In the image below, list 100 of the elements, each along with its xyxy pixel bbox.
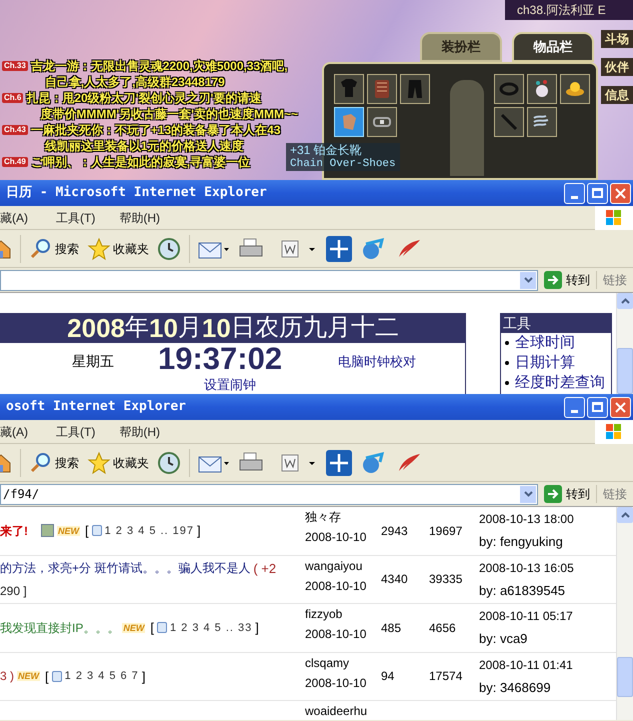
chat-message: ご呷别、：人生是如此的寂寞,寻富婆一位 xyxy=(30,154,250,170)
page-links[interactable]: 1 2 3 4 5 .. 197 xyxy=(104,522,194,539)
favorites-button[interactable]: 收藏夹 xyxy=(87,236,149,260)
scrollbar[interactable] xyxy=(616,293,633,394)
bracket-text: [ xyxy=(85,522,89,540)
bracket-text: ] xyxy=(255,619,259,637)
address-field[interactable]: /f94/ xyxy=(0,484,538,504)
history-icon[interactable] xyxy=(157,236,181,260)
channel-badge: Ch.43 xyxy=(2,125,28,135)
history-icon[interactable] xyxy=(157,450,181,474)
author-name[interactable]: wangaiyou xyxy=(305,558,381,574)
inventory-tab[interactable]: 物品栏 xyxy=(512,32,594,62)
author-name[interactable]: fizzyob xyxy=(305,606,381,622)
bullet-icon xyxy=(505,361,509,365)
alarm-link[interactable]: 设置闹钟 xyxy=(204,377,256,393)
search-icon xyxy=(29,236,53,260)
new-badge: NEW xyxy=(17,671,40,682)
move-arrows-icon[interactable] xyxy=(326,236,352,262)
date-number: 10 xyxy=(149,313,178,343)
menu-item[interactable]: 藏(A) xyxy=(0,422,48,440)
last-poster: by: vca9 xyxy=(479,630,528,648)
thread-title-link[interactable]: 我发现直接封IP。。。 xyxy=(0,618,120,637)
minimize-button[interactable] xyxy=(564,396,585,418)
menu-item[interactable]: 工具(T) xyxy=(48,422,104,440)
side-menu-item[interactable]: 信息 xyxy=(601,86,633,104)
date-text: 年 xyxy=(125,313,149,343)
address-field[interactable] xyxy=(0,270,538,290)
menu-item[interactable]: 工具(T) xyxy=(48,208,104,226)
author-name[interactable]: 独々存 xyxy=(305,509,381,525)
search-button[interactable]: 搜索 xyxy=(29,236,79,260)
minimize-icon xyxy=(571,410,578,412)
new-badge: NEW xyxy=(122,622,146,633)
go-button[interactable]: 转到 xyxy=(538,271,596,289)
channel-badge: Ch.33 xyxy=(2,61,28,71)
dropdown-caret-icon[interactable] xyxy=(520,486,536,502)
equipment-slot[interactable] xyxy=(527,107,557,137)
author-name[interactable]: woaideerhu xyxy=(305,703,381,719)
view-count: 39335 xyxy=(429,571,462,588)
thread-title-link[interactable]: 的方法，求亮+分 斑竹请试。。。骗人我不是人 xyxy=(0,559,250,578)
chat-message: 线凯丽这里装备以1元的价格送人速度 xyxy=(44,138,244,154)
tool-link[interactable]: 经度时差查询 xyxy=(515,373,605,393)
close-button[interactable] xyxy=(610,182,631,204)
favorites-button[interactable]: 收藏夹 xyxy=(87,450,149,474)
score-note: ( +2 xyxy=(253,560,276,578)
inventory-tab[interactable]: 装扮栏 xyxy=(420,32,502,62)
move-arrows-icon[interactable] xyxy=(326,450,352,476)
go-button[interactable]: 转到 xyxy=(538,485,596,503)
dropdown-caret-icon[interactable] xyxy=(520,272,536,288)
post-date: 2008-10-10 xyxy=(305,626,368,642)
search-button[interactable]: 搜索 xyxy=(29,450,79,474)
weekday-text: 星期五 xyxy=(72,352,114,371)
minimize-button[interactable] xyxy=(564,182,585,204)
links-button[interactable]: 链接 xyxy=(596,485,633,503)
maximize-button[interactable] xyxy=(587,182,608,204)
equipment-slot[interactable] xyxy=(560,74,590,104)
equipment-slot[interactable] xyxy=(367,107,397,137)
chat-message: 自己拿,人太多了,高级群23448179 xyxy=(44,74,226,90)
equipment-slot[interactable] xyxy=(400,74,430,104)
page-links[interactable]: 1 2 3 4 5 6 7 xyxy=(64,668,139,684)
close-icon xyxy=(615,188,626,198)
tool-link[interactable]: 日期计算 xyxy=(515,353,575,373)
menu-item[interactable]: 帮助(H) xyxy=(111,422,168,440)
pages-icon xyxy=(156,622,167,634)
scrollbar[interactable] xyxy=(616,507,633,720)
author-name[interactable]: clsqamy xyxy=(305,654,381,670)
thread-title-link[interactable]: 来了! xyxy=(0,522,28,540)
equipment-slot[interactable] xyxy=(334,74,364,104)
close-button[interactable] xyxy=(610,396,631,418)
page-links[interactable]: 1 2 3 4 5 .. 33 xyxy=(170,620,252,636)
date-number: 2008 xyxy=(67,313,125,343)
equipment-slot[interactable] xyxy=(494,107,524,137)
chat-message: 吉龙一游：无限出售灵魂2200,灾难5000,33酒吧, xyxy=(30,58,288,74)
pages-icon xyxy=(52,670,62,682)
menu-item[interactable]: 帮助(H) xyxy=(111,208,168,226)
star-icon xyxy=(87,450,111,474)
tool-link[interactable]: 全球时间 xyxy=(515,333,575,353)
last-post-time: 2008-10-11 01:41 xyxy=(479,656,574,674)
equipment-slot[interactable] xyxy=(367,74,397,104)
maximize-button[interactable] xyxy=(587,396,608,418)
window-title: osoft Internet Explorer xyxy=(6,398,186,416)
scroll-up-button[interactable] xyxy=(617,507,633,523)
equipment-slot[interactable] xyxy=(527,74,557,104)
side-menu-item[interactable]: 斗场 xyxy=(601,30,633,48)
scrollbar-thumb[interactable] xyxy=(617,348,633,394)
scrollbar-thumb[interactable] xyxy=(617,657,633,697)
side-menu-item[interactable]: 伙伴 xyxy=(601,58,633,76)
chat-message: 度带价MMMM'另收古藤一套'卖的也速度MMM~~ xyxy=(39,106,298,122)
equipment-slot[interactable] xyxy=(494,74,524,104)
reply-count: 94 xyxy=(381,668,394,686)
menu-item[interactable]: 藏(A) xyxy=(0,208,48,226)
links-button[interactable]: 链接 xyxy=(596,271,633,289)
bullet-icon xyxy=(505,381,509,385)
bullet-icon xyxy=(505,341,509,345)
bracket-text: [ xyxy=(45,668,49,686)
last-post-time: 2008-10-11 05:17 xyxy=(479,608,574,625)
scroll-up-button[interactable] xyxy=(617,293,633,309)
tools-header: 工具 xyxy=(501,313,611,333)
title-continuation: 290 ] xyxy=(0,583,28,600)
clock-sync-link[interactable]: 电脑时钟校对 xyxy=(338,352,416,372)
thread-title-link[interactable]: 3 ) xyxy=(0,667,14,686)
